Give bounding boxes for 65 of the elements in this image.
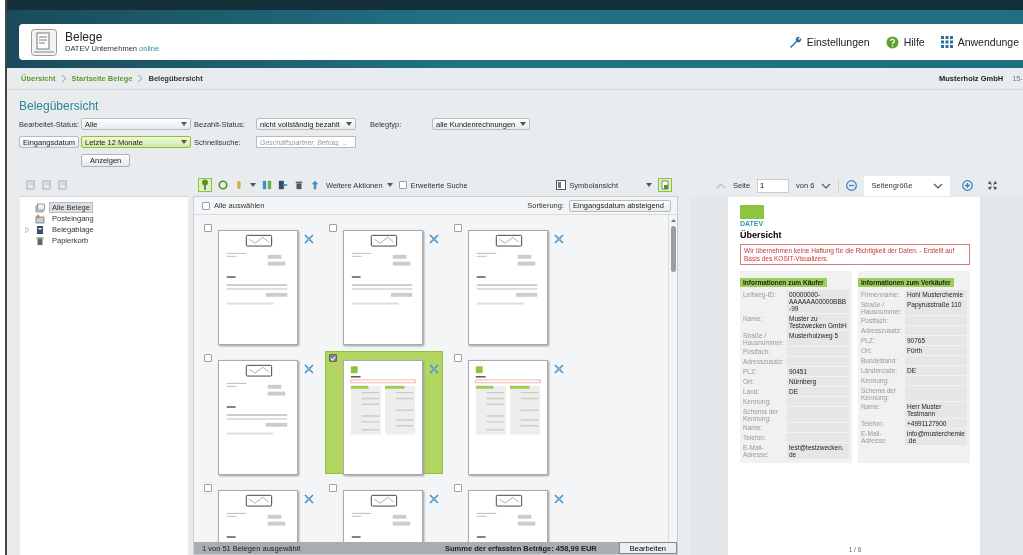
upload-icon[interactable] xyxy=(310,180,320,190)
expand-icon[interactable] xyxy=(25,226,29,233)
export-icon[interactable] xyxy=(278,180,288,190)
document-card[interactable] xyxy=(325,351,443,474)
checkbox[interactable] xyxy=(329,354,337,362)
previous-page-icon[interactable] xyxy=(716,182,726,189)
document-thumbnail[interactable] xyxy=(468,230,548,345)
checkbox[interactable] xyxy=(329,484,337,492)
document-thumbnail[interactable] xyxy=(218,230,298,345)
caret-icon xyxy=(520,122,526,126)
pin-icon[interactable] xyxy=(304,364,314,374)
checkbox[interactable] xyxy=(454,224,462,232)
document-title: Übersicht xyxy=(740,230,783,240)
caret-icon xyxy=(181,122,187,126)
next-page-icon[interactable] xyxy=(821,182,832,189)
checkbox[interactable] xyxy=(454,354,462,362)
caret-icon[interactable] xyxy=(250,183,256,187)
checkbox[interactable] xyxy=(329,224,337,232)
pin-icon[interactable] xyxy=(429,234,439,244)
pin-icon[interactable] xyxy=(554,364,564,374)
pin-icon[interactable] xyxy=(429,494,439,504)
chevron-icon xyxy=(137,74,144,83)
chevron-icon xyxy=(60,74,67,83)
grid-icon xyxy=(940,36,953,48)
zoom-out-icon[interactable] xyxy=(846,180,858,191)
caret-icon[interactable] xyxy=(646,183,652,187)
chevron-down-icon xyxy=(933,182,944,189)
binder-icon xyxy=(35,224,45,235)
checkbox[interactable] xyxy=(204,484,212,492)
document-thumbnail[interactable] xyxy=(218,360,298,475)
pin-icon[interactable] xyxy=(554,234,564,244)
view-icon xyxy=(556,180,567,190)
settings-link[interactable]: Einstellungen xyxy=(788,35,870,49)
scroll-up-icon[interactable] xyxy=(670,219,676,222)
inbox-icon xyxy=(35,213,45,224)
document-logo-icon xyxy=(31,28,57,56)
wrench-icon xyxy=(788,35,802,49)
preview-toggle-icon[interactable] xyxy=(658,178,672,192)
checkbox[interactable] xyxy=(204,354,212,362)
help-icon xyxy=(885,35,899,49)
app-title: Belege xyxy=(65,31,104,44)
pin-icon[interactable] xyxy=(304,494,314,504)
checkbox[interactable] xyxy=(204,224,212,232)
document-thumbnail[interactable] xyxy=(343,360,423,475)
logo-mark xyxy=(740,205,764,219)
tree-icon[interactable] xyxy=(198,178,212,192)
caret-icon xyxy=(181,140,187,144)
trash-icon xyxy=(35,235,45,246)
pin-icon[interactable] xyxy=(429,364,439,374)
pin-icon[interactable] xyxy=(554,494,564,504)
help-link[interactable]: Hilfe xyxy=(885,35,925,49)
paperclip-icon[interactable] xyxy=(234,180,244,190)
caret-icon xyxy=(386,183,393,187)
scrollbar[interactable] xyxy=(668,215,677,542)
document-thumbnail[interactable] xyxy=(468,360,548,475)
apps-link[interactable]: Anwendunge xyxy=(940,35,1019,49)
pin-icon[interactable] xyxy=(304,234,314,244)
zoom-in-icon[interactable] xyxy=(962,180,974,191)
document-thumbnail[interactable] xyxy=(343,230,423,345)
trash-icon[interactable] xyxy=(294,180,304,190)
checkbox[interactable] xyxy=(454,484,462,492)
stack-icon xyxy=(35,202,45,213)
caret-icon xyxy=(346,122,352,126)
fullscreen-icon[interactable] xyxy=(988,181,998,190)
page-title: Belegübersicht xyxy=(19,99,100,113)
